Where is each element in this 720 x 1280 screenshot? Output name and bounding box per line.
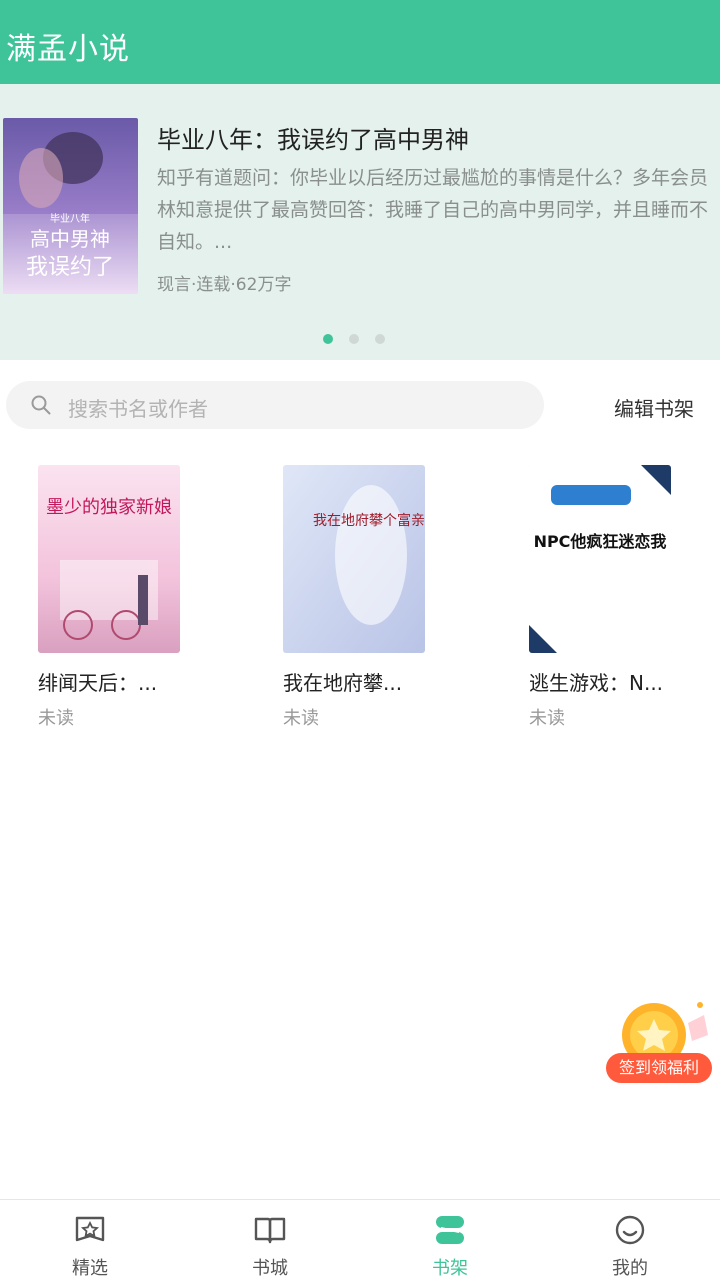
search-icon — [31, 395, 51, 415]
bottom-tab-bar: 精选 书城 书架 我的 — [0, 1199, 720, 1280]
banner-cover-text-3: 我误约了 — [26, 255, 114, 280]
bookshelf-icon — [436, 1216, 464, 1244]
featured-banner[interactable]: 毕业八年 高中男神 我误约了 毕业八年：我误约了高中男神 知乎有道题问：你毕业以… — [0, 84, 720, 360]
pagination-dot-1[interactable] — [323, 334, 333, 344]
pagination-dot-2[interactable] — [349, 334, 359, 344]
shelf-book[interactable]: 我在地府攀个富亲 我在地府攀... 未读 — [283, 465, 443, 730]
book-cover[interactable]: 墨少的独家新娘 — [38, 465, 180, 653]
banner-cover-text-1: 毕业八年 — [50, 212, 90, 225]
app-title: 满孟小说 — [6, 32, 130, 67]
search-placeholder[interactable]: 搜索书名或作者 — [68, 393, 208, 422]
tab-featured[interactable]: 精选 — [0, 1200, 180, 1280]
banner-pagination — [0, 334, 720, 344]
star-badge-icon — [75, 1216, 105, 1242]
tab-profile[interactable]: 我的 — [540, 1200, 720, 1280]
banner-book-title[interactable]: 毕业八年：我误约了高中男神 — [157, 120, 469, 155]
book-cover-title: 我在地府攀个富亲 — [313, 512, 425, 529]
book-title: 绯闻天后：... — [38, 671, 158, 695]
book-title: 我在地府攀... — [283, 671, 403, 695]
banner-book-meta: 现言·连载·62万字 — [157, 275, 292, 295]
sign-in-reward-label[interactable]: 签到领福利 — [606, 1053, 712, 1083]
tab-label: 精选 — [72, 1258, 108, 1279]
tab-label: 书城 — [252, 1258, 288, 1279]
smile-face-icon — [615, 1215, 645, 1245]
shelf-book[interactable]: NPC他疯狂迷恋我 逃生游戏：N... 未读 — [529, 465, 689, 730]
banner-cover-text-2: 高中男神 — [30, 227, 110, 251]
book-cover[interactable]: 我在地府攀个富亲 — [283, 465, 425, 653]
book-cover-title: NPC他疯狂迷恋我 — [534, 532, 667, 551]
tab-label: 我的 — [612, 1258, 648, 1279]
book-read-status: 未读 — [283, 708, 319, 729]
book-read-status: 未读 — [529, 708, 565, 729]
pagination-dot-3[interactable] — [375, 334, 385, 344]
book-cover-title: 墨少的独家新娘 — [46, 497, 172, 518]
search-bar[interactable]: 搜索书名或作者 — [6, 381, 544, 429]
tab-label: 书架 — [432, 1258, 468, 1279]
sign-in-reward-button[interactable]: 签到领福利 — [604, 995, 716, 1087]
book-title: 逃生游戏：N... — [529, 671, 664, 695]
book-cover[interactable]: NPC他疯狂迷恋我 — [529, 465, 671, 653]
banner-book-cover[interactable]: 毕业八年 高中男神 我误约了 — [3, 118, 138, 294]
app-bar: 满孟小说 — [0, 0, 720, 84]
book-read-status: 未读 — [38, 708, 74, 729]
open-book-icon — [254, 1217, 286, 1244]
tab-bookshelf[interactable]: 书架 — [360, 1200, 540, 1280]
edit-shelf-button[interactable]: 编辑书架 — [614, 393, 694, 422]
banner-book-description: 知乎有道题问：你毕业以后经历过最尴尬的事情是什么？多年会员林知意提供了最高赞回答… — [157, 167, 709, 253]
shelf-book[interactable]: 墨少的独家新娘 绯闻天后：... 未读 — [38, 465, 198, 730]
tab-bookstore[interactable]: 书城 — [180, 1200, 360, 1280]
